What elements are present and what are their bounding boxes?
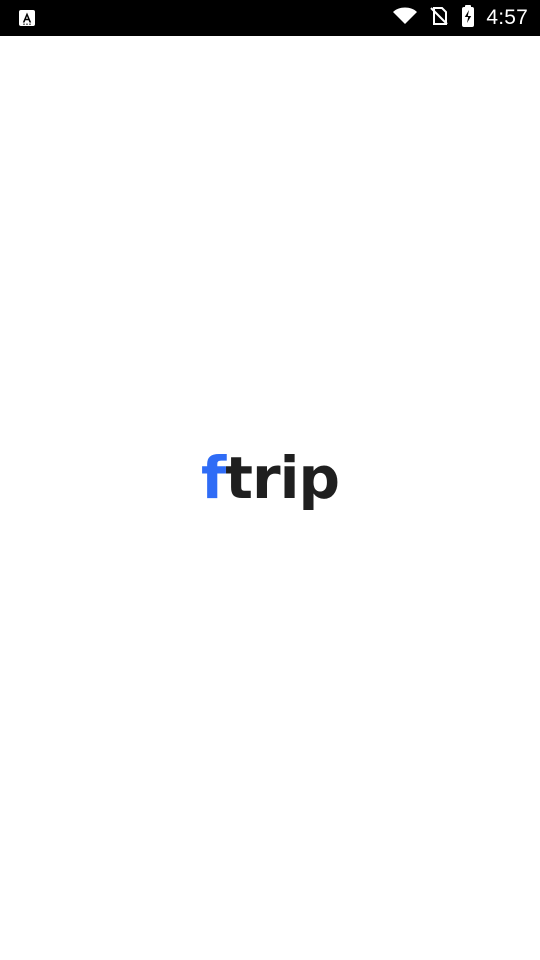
battery-charging-icon — [460, 4, 476, 33]
splash-screen: f trip — [0, 36, 540, 960]
status-time: 4:57 — [486, 6, 528, 29]
wifi-icon — [392, 6, 418, 31]
status-icons: 4:57 — [392, 0, 528, 36]
accessibility-a-icon — [18, 9, 36, 27]
logo-word-trip: trip — [225, 444, 340, 512]
app-logo: f trip — [0, 443, 540, 513]
status-bar: 4:57 — [0, 0, 540, 36]
logo-letter-f: f — [201, 444, 226, 512]
no-sim-icon — [428, 5, 450, 32]
